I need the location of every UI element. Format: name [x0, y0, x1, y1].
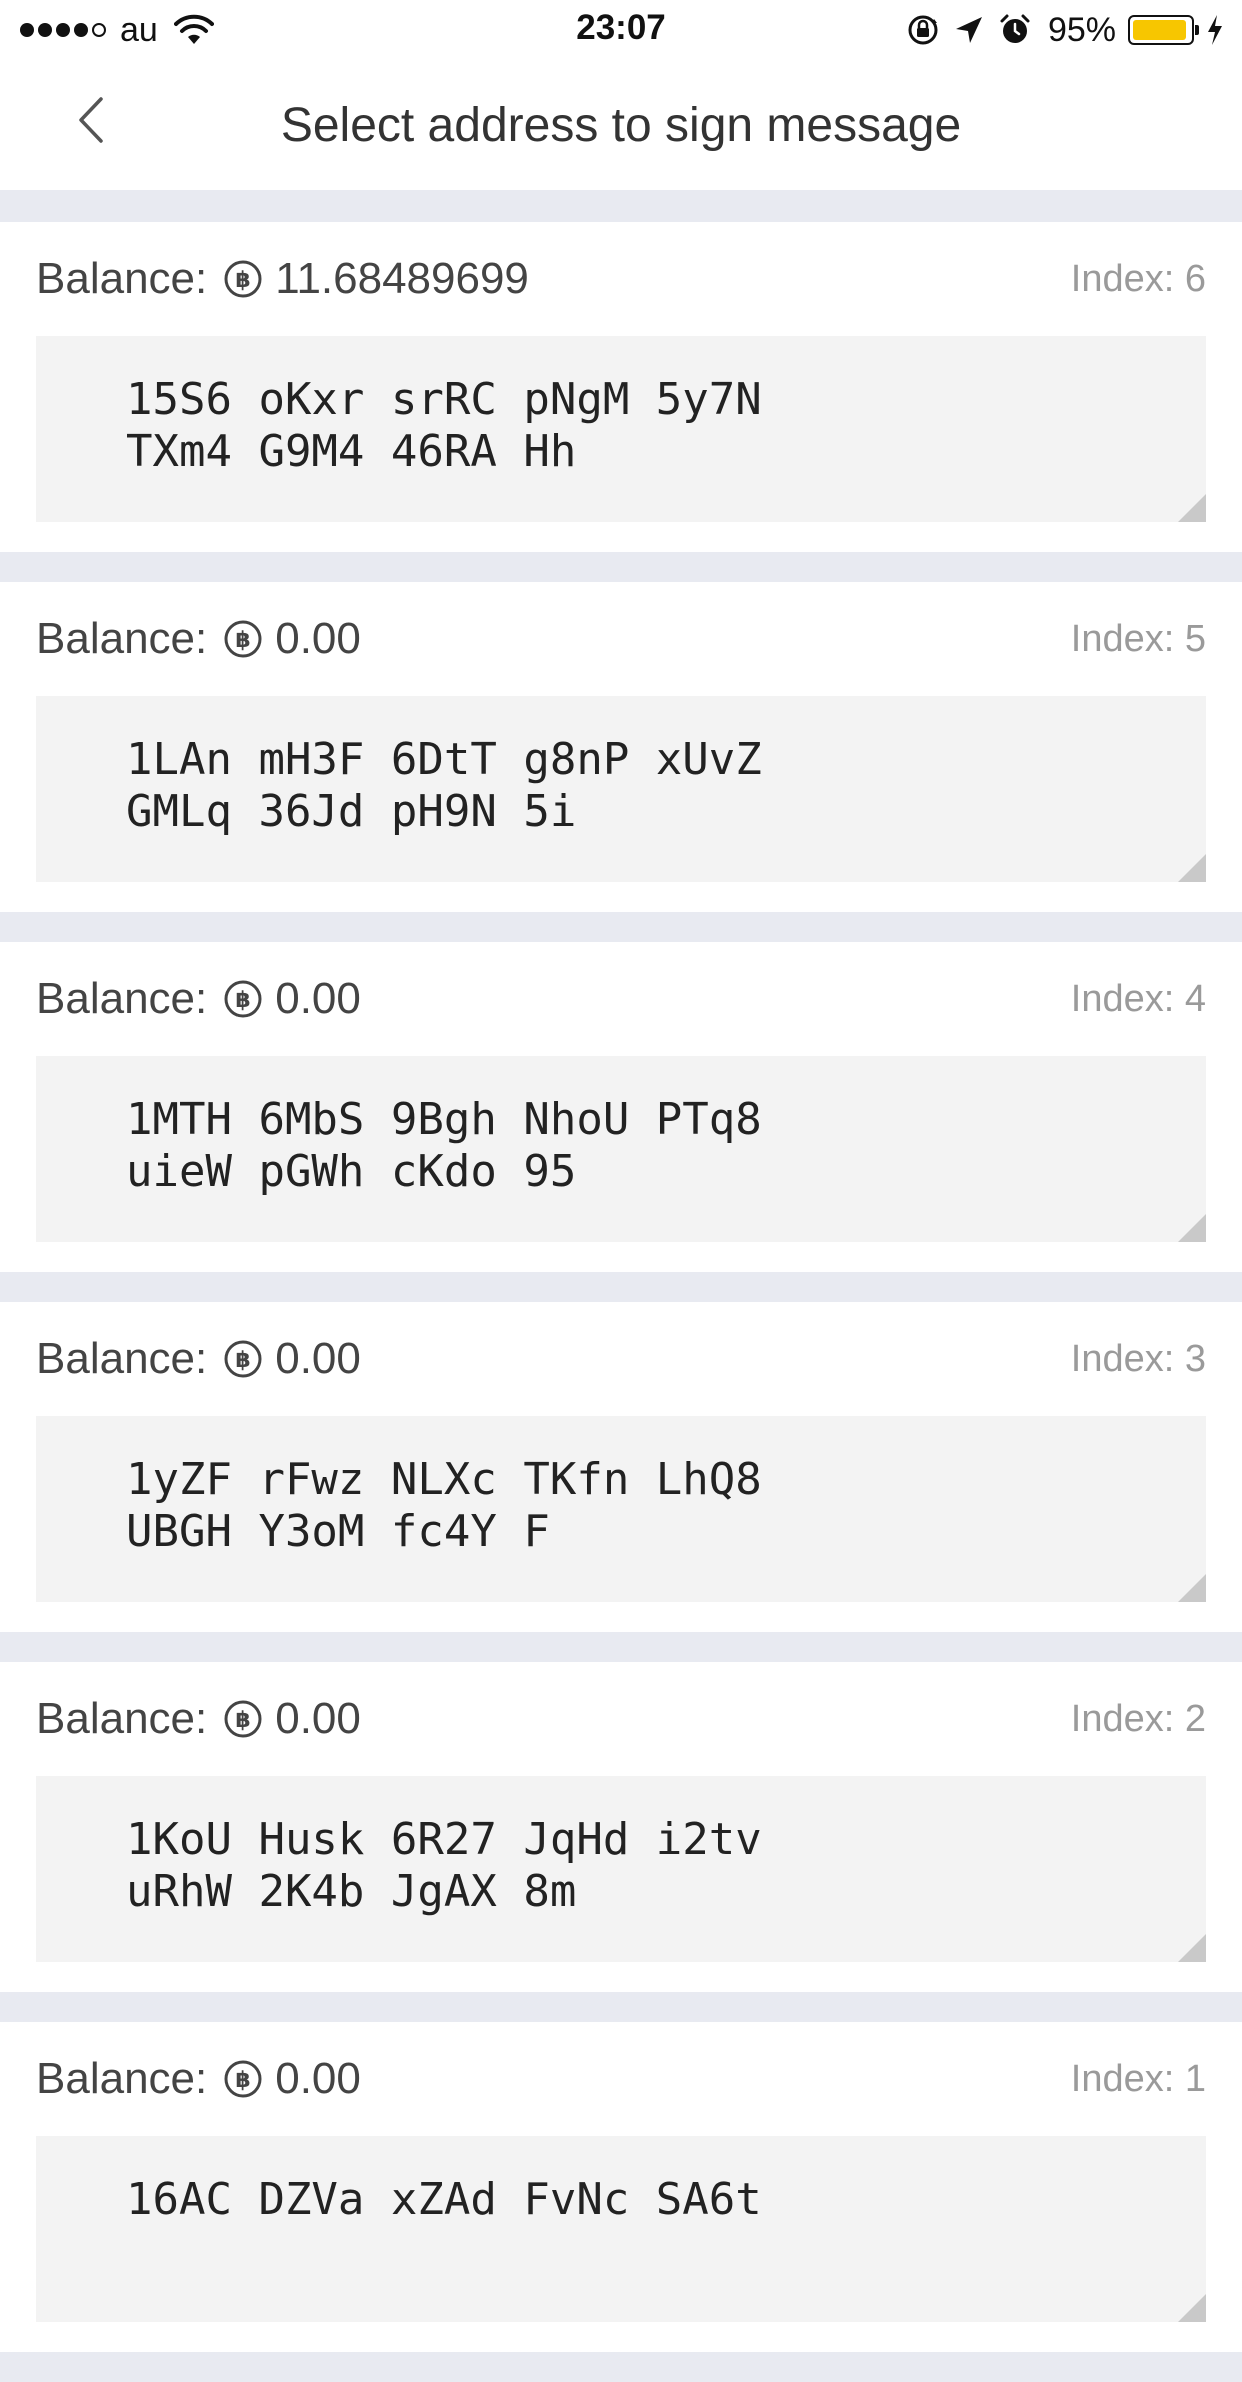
alarm-clock-icon [1000, 14, 1030, 43]
battery-tip [1195, 25, 1199, 35]
resize-handle-icon[interactable] [1178, 1214, 1206, 1242]
balance-row: Balance: ฿ 11.68489699 [36, 254, 529, 304]
address-text-box[interactable]: 1LAn mH3F 6DtT g8nP xUvZ GMLq 36Jd pH9N … [36, 696, 1206, 882]
balance-amount: 0.00 [275, 1334, 361, 1383]
address-card-header: Balance: ฿ 0.00 Index: 3 [36, 1334, 1206, 1390]
address-card-header: Balance: ฿ 0.00 Index: 1 [36, 2054, 1206, 2110]
address-card[interactable]: Balance: ฿ 0.00 Index: 4 1MTH 6MbS 9Bgh … [0, 942, 1242, 1272]
address-line-1: 1yZF rFwz NLXc TKfn LhQ8 [126, 1454, 762, 1505]
address-card-header: Balance: ฿ 0.00 Index: 5 [36, 614, 1206, 670]
address-card-header: Balance: ฿ 11.68489699 Index: 6 [36, 254, 1206, 310]
address-line-1: 1KoU Husk 6R27 JqHd i2tv [126, 1814, 762, 1865]
balance-label: Balance: [36, 614, 208, 663]
status-bar: au 23:07 95% [0, 0, 1242, 60]
page-title: Select address to sign message [280, 99, 962, 152]
address-card[interactable]: Balance: ฿ 0.00 Index: 3 1yZF rFwz NLXc … [0, 1302, 1242, 1632]
bitcoin-icon: ฿ [224, 620, 262, 658]
balance-label: Balance: [36, 254, 208, 303]
balance-label: Balance: [36, 974, 208, 1023]
address-card[interactable]: Balance: ฿ 0.00 Index: 5 1LAn mH3F 6DtT … [0, 582, 1242, 912]
battery-percentage: 95% [1047, 10, 1116, 49]
address-line-1: 16AC DZVa xZAd FvNc SA6t [126, 2174, 762, 2225]
orientation-lock-icon [908, 15, 938, 45]
battery-icon [1128, 15, 1199, 45]
address-index: Index: 3 [1070, 1338, 1206, 1380]
address-line-2: TXm4 G9M4 46RA Hh [126, 426, 577, 477]
navigation-bar: Select address to sign message [0, 60, 1242, 190]
address-list: Balance: ฿ 11.68489699 Index: 6 15S6 oKx… [0, 222, 1242, 2382]
address-card-header: Balance: ฿ 0.00 Index: 4 [36, 974, 1206, 1030]
svg-text:฿: ฿ [236, 1708, 251, 1733]
balance-label: Balance: [36, 1694, 208, 1743]
resize-handle-icon[interactable] [1178, 1934, 1206, 1962]
svg-text:฿: ฿ [236, 268, 251, 293]
balance-label: Balance: [36, 2054, 208, 2103]
balance-amount: 0.00 [275, 614, 361, 663]
address-text-box[interactable]: 1MTH 6MbS 9Bgh NhoU PTq8 uieW pGWh cKdo … [36, 1056, 1206, 1242]
balance-amount: 0.00 [275, 1694, 361, 1743]
bitcoin-icon: ฿ [224, 980, 262, 1018]
address-line-1: 15S6 oKxr srRC pNgM 5y7N [126, 374, 762, 425]
resize-handle-icon[interactable] [1178, 854, 1206, 882]
balance-row: Balance: ฿ 0.00 [36, 974, 361, 1024]
balance-amount: 11.68489699 [275, 254, 529, 303]
address-index: Index: 6 [1070, 258, 1206, 300]
address-line-1: 1MTH 6MbS 9Bgh NhoU PTq8 [126, 1094, 762, 1145]
svg-text:฿: ฿ [236, 2068, 251, 2093]
address-line-2: uieW pGWh cKdo 95 [126, 1146, 577, 1197]
status-bar-right: 95% [906, 10, 1224, 50]
address-text-box[interactable]: 1yZF rFwz NLXc TKfn LhQ8 UBGH Y3oM fc4Y … [36, 1416, 1206, 1602]
balance-amount: 0.00 [275, 2054, 361, 2103]
address-index: Index: 5 [1070, 618, 1206, 660]
charging-bolt-icon [1208, 15, 1222, 45]
address-text-box[interactable]: 15S6 oKxr srRC pNgM 5y7N TXm4 G9M4 46RA … [36, 336, 1206, 522]
address-card[interactable]: Balance: ฿ 0.00 Index: 1 16AC DZVa xZAd … [0, 2022, 1242, 2352]
balance-row: Balance: ฿ 0.00 [36, 614, 361, 664]
address-line-1: 1LAn mH3F 6DtT g8nP xUvZ [126, 734, 762, 785]
location-arrow-icon [955, 17, 982, 43]
svg-text:฿: ฿ [236, 628, 251, 653]
address-card[interactable]: Balance: ฿ 0.00 Index: 2 1KoU Husk 6R27 … [0, 1662, 1242, 1992]
resize-handle-icon[interactable] [1178, 1574, 1206, 1602]
address-index: Index: 4 [1070, 978, 1206, 1020]
balance-row: Balance: ฿ 0.00 [36, 2054, 361, 2104]
address-line-2: UBGH Y3oM fc4Y F [126, 1506, 550, 1557]
resize-handle-icon[interactable] [1178, 494, 1206, 522]
bitcoin-icon: ฿ [224, 1700, 262, 1738]
address-index: Index: 2 [1070, 1698, 1206, 1740]
bitcoin-icon: ฿ [224, 2060, 262, 2098]
resize-handle-icon[interactable] [1178, 2294, 1206, 2322]
balance-row: Balance: ฿ 0.00 [36, 1694, 361, 1744]
address-index: Index: 1 [1070, 2058, 1206, 2100]
address-card[interactable]: Balance: ฿ 11.68489699 Index: 6 15S6 oKx… [0, 222, 1242, 552]
balance-amount: 0.00 [275, 974, 361, 1023]
svg-text:฿: ฿ [236, 988, 251, 1013]
address-text-box[interactable]: 16AC DZVa xZAd FvNc SA6t [36, 2136, 1206, 2322]
svg-text:฿: ฿ [236, 1348, 251, 1373]
address-line-2: uRhW 2K4b JgAX 8m [126, 1866, 577, 1917]
battery-level-fill [1133, 20, 1186, 40]
balance-label: Balance: [36, 1334, 208, 1383]
bitcoin-icon: ฿ [224, 260, 262, 298]
balance-row: Balance: ฿ 0.00 [36, 1334, 361, 1384]
address-text-box[interactable]: 1KoU Husk 6R27 JqHd i2tv uRhW 2K4b JgAX … [36, 1776, 1206, 1962]
address-card-header: Balance: ฿ 0.00 Index: 2 [36, 1694, 1206, 1750]
bitcoin-icon: ฿ [224, 1340, 262, 1378]
address-line-2: GMLq 36Jd pH9N 5i [126, 786, 577, 837]
